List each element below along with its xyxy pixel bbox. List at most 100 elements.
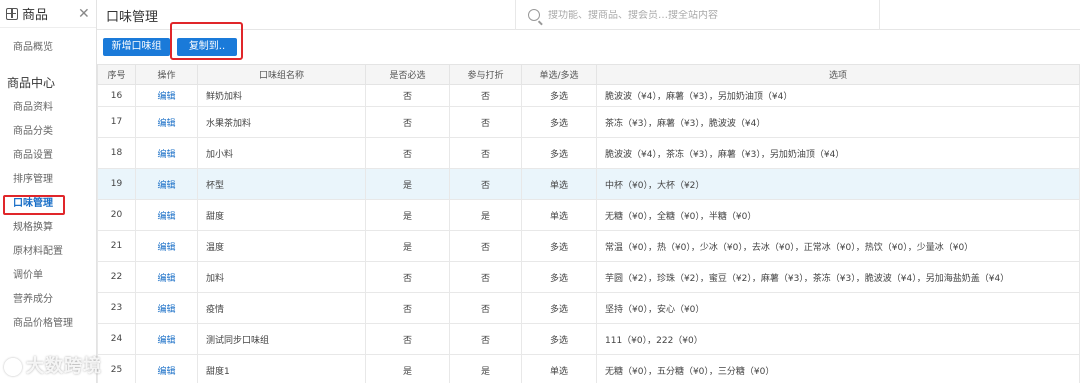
row-number: 21	[97, 230, 136, 262]
flavor-group-name: 加料	[197, 261, 366, 293]
page-title: 口味管理	[106, 10, 159, 25]
flavor-group-name: 水果茶加料	[197, 106, 366, 138]
sidebar-item-price-adjust[interactable]: 调价单	[0, 264, 96, 288]
edit-link[interactable]: 编辑	[135, 84, 198, 107]
column-header-discount: 参与打折	[449, 64, 522, 85]
flavor-group-name: 温度	[197, 230, 366, 262]
column-header-name: 口味组名称	[197, 64, 366, 85]
options-cell: 无糖（¥0），全糖（¥0），半糖（¥0）	[596, 199, 1080, 231]
edit-link[interactable]: 编辑	[135, 168, 198, 200]
sidebar-item-material[interactable]: 原材料配置	[0, 240, 96, 264]
required-cell: 是	[365, 354, 450, 383]
edit-link[interactable]: 编辑	[135, 354, 198, 383]
table-row: 25 编辑 甜度1 是是单选 无糖（¥0），五分糖（¥0），三分糖（¥0）	[97, 354, 1080, 383]
select-mode-cell: 多选	[521, 323, 597, 355]
discount-cell: 否	[449, 261, 522, 293]
options-cell: 坚持（¥0），安心（¥0）	[596, 292, 1080, 324]
discount-cell: 是	[449, 199, 522, 231]
flavor-group-name: 杯型	[197, 168, 366, 200]
sidebar-item-sort[interactable]: 排序管理	[0, 168, 96, 192]
select-mode-cell: 单选	[521, 199, 597, 231]
sidebar-item-overview[interactable]: 商品概览	[0, 36, 96, 60]
sidebar-item-price-manage[interactable]: 商品价格管理	[0, 312, 96, 336]
sidebar-header: 商品 ✕	[0, 0, 96, 28]
row-number: 23	[97, 292, 136, 324]
required-cell: 否	[365, 84, 450, 107]
row-number: 18	[97, 137, 136, 169]
sidebar-group-product-center: 商品中心	[7, 76, 56, 90]
select-mode-cell: 单选	[521, 354, 597, 383]
options-cell: 芋圆（¥2），珍珠（¥2），蜜豆（¥2），麻薯（¥3），茶冻（¥3），脆波波（¥…	[596, 261, 1080, 293]
flavor-table: 序号 操作 口味组名称 是否必选 参与打折 单选/多选 选项 16 编辑 鲜奶加料否…	[97, 64, 1080, 383]
column-header-mode: 单选/多选	[521, 64, 597, 85]
flavor-group-name: 测试同步口味组	[197, 323, 366, 355]
required-cell: 是	[365, 230, 450, 262]
options-cell: 常温（¥0），热（¥0），少冰（¥0），去冰（¥0），正常冰（¥0），热饮（¥0…	[596, 230, 1080, 262]
options-cell: 中杯（¥0），大杯（¥2）	[596, 168, 1080, 200]
select-mode-cell: 多选	[521, 261, 597, 293]
required-cell: 否	[365, 137, 450, 169]
edit-link[interactable]: 编辑	[135, 261, 198, 293]
flavor-group-name: 鲜奶加料	[197, 84, 366, 107]
table-row: 22 编辑 加料否否多选 芋圆（¥2），珍珠（¥2），蜜豆（¥2），麻薯（¥3），茶冻…	[97, 261, 1080, 293]
discount-cell: 是	[449, 354, 522, 383]
table-row: 21 编辑 温度是否多选 常温（¥0），热（¥0），少冰（¥0），去冰（¥0），正常冰…	[97, 230, 1080, 262]
select-mode-cell: 多选	[521, 292, 597, 324]
required-cell: 是	[365, 199, 450, 231]
global-search[interactable]	[515, 0, 880, 30]
select-mode-cell: 多选	[521, 230, 597, 262]
required-cell: 否	[365, 261, 450, 293]
highlight-box	[170, 22, 243, 60]
discount-cell: 否	[449, 230, 522, 262]
table-row: 19 编辑 杯型是否单选 中杯（¥0），大杯（¥2）	[97, 168, 1080, 200]
required-cell: 否	[365, 323, 450, 355]
edit-link[interactable]: 编辑	[135, 230, 198, 262]
options-cell: 111（¥0），222（¥0）	[596, 323, 1080, 355]
select-mode-cell: 多选	[521, 84, 597, 107]
discount-cell: 否	[449, 292, 522, 324]
discount-cell: 否	[449, 168, 522, 200]
table-row: 23 编辑 疫情否否多选 坚持（¥0），安心（¥0）	[97, 292, 1080, 324]
watermark-text: 大数跨境	[26, 356, 102, 377]
close-icon[interactable]: ✕	[78, 6, 96, 22]
search-input[interactable]	[548, 9, 868, 21]
table-row: 16 编辑 鲜奶加料否否多选 脆波波（¥4），麻薯（¥3），另加奶油顶（¥4）	[97, 84, 1080, 107]
sidebar-item-nutrition[interactable]: 营养成分	[0, 288, 96, 312]
options-cell: 脆波波（¥4），茶冻（¥3），麻薯（¥3），另加奶油顶（¥4）	[596, 137, 1080, 169]
edit-link[interactable]: 编辑	[135, 137, 198, 169]
edit-link[interactable]: 编辑	[135, 323, 198, 355]
flavor-group-name: 疫情	[197, 292, 366, 324]
select-mode-cell: 多选	[521, 137, 597, 169]
discount-cell: 否	[449, 84, 522, 107]
sidebar: 商品 ✕ 商品概览 商品中心 商品资料 商品分类 商品设置 排序管理 口味管理 …	[0, 0, 97, 383]
table-row: 17 编辑 水果茶加料否否多选 茶冻（¥3），麻薯（¥3），脆波波（¥4）	[97, 106, 1080, 138]
table-row: 20 编辑 甜度是是单选 无糖（¥0），全糖（¥0），半糖（¥0）	[97, 199, 1080, 231]
discount-cell: 否	[449, 106, 522, 138]
edit-link[interactable]: 编辑	[135, 106, 198, 138]
discount-cell: 否	[449, 323, 522, 355]
flavor-group-name: 甜度	[197, 199, 366, 231]
column-header-no: 序号	[97, 64, 136, 85]
options-cell: 茶冻（¥3），麻薯（¥3），脆波波（¥4）	[596, 106, 1080, 138]
required-cell: 是	[365, 168, 450, 200]
select-mode-cell: 单选	[521, 168, 597, 200]
sidebar-title: 商品	[22, 8, 49, 23]
highlight-box	[3, 195, 65, 215]
edit-link[interactable]: 编辑	[135, 199, 198, 231]
edit-link[interactable]: 编辑	[135, 292, 198, 324]
search-icon	[528, 9, 540, 21]
flavor-group-name: 加小料	[197, 137, 366, 169]
row-number: 24	[97, 323, 136, 355]
row-number: 25	[97, 354, 136, 383]
sidebar-item-product-info[interactable]: 商品资料	[0, 96, 96, 120]
sidebar-item-category[interactable]: 商品分类	[0, 120, 96, 144]
column-header-op: 操作	[135, 64, 198, 85]
sidebar-item-settings[interactable]: 商品设置	[0, 144, 96, 168]
sidebar-item-spec[interactable]: 规格换算	[0, 216, 96, 240]
add-flavor-group-button[interactable]: 新增口味组	[103, 38, 170, 56]
watermark: 大数跨境	[4, 352, 102, 378]
options-cell: 脆波波（¥4），麻薯（¥3），另加奶油顶（¥4）	[596, 84, 1080, 107]
row-number: 16	[97, 84, 136, 107]
required-cell: 否	[365, 292, 450, 324]
watermark-logo-icon	[4, 358, 22, 376]
